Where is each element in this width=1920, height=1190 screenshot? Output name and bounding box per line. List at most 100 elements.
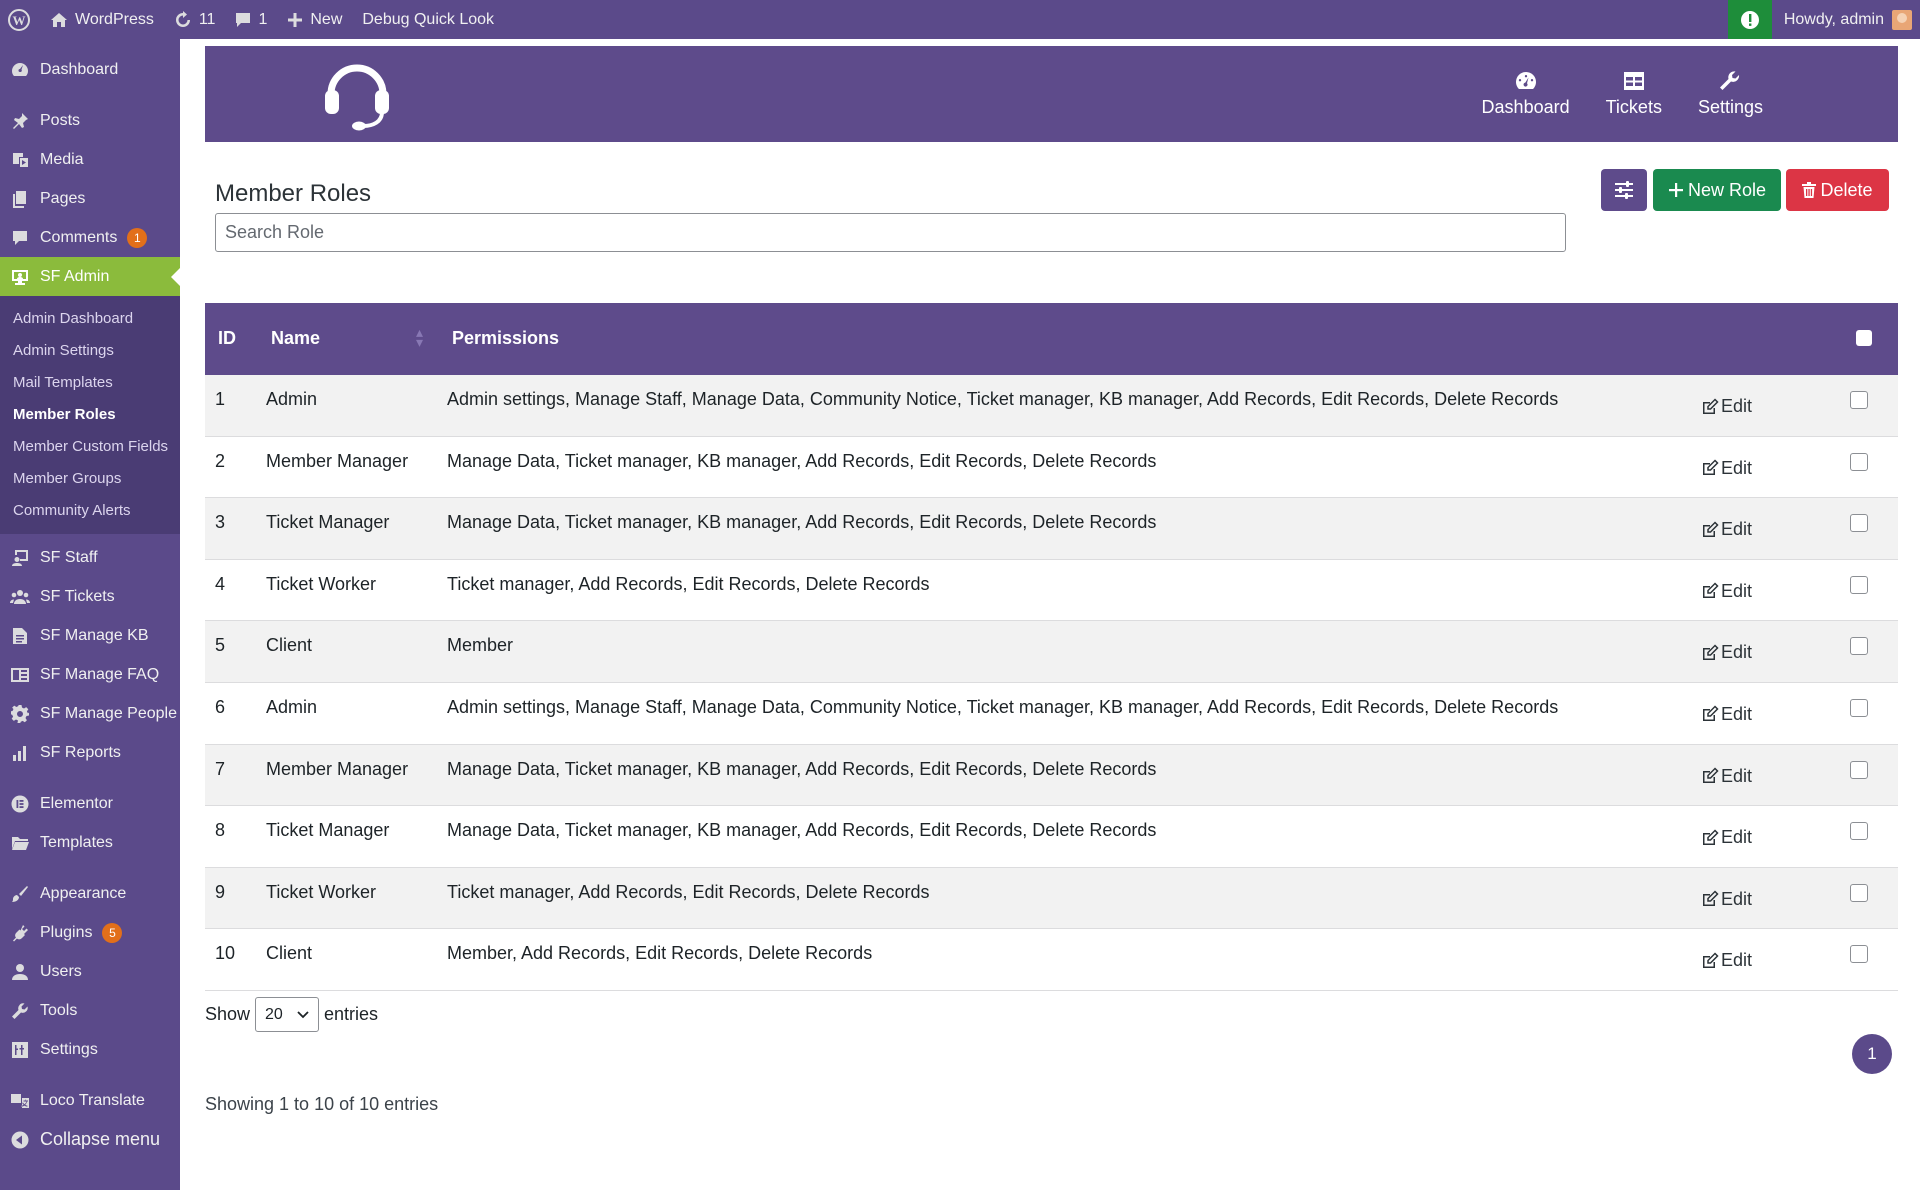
edit-button[interactable]: Edit [1701,581,1752,602]
submenu-member-roles[interactable]: Member Roles [0,398,180,430]
row-checkbox[interactable] [1850,575,1868,594]
new-role-button[interactable]: New Role [1653,169,1781,211]
folder-icon [12,836,29,850]
new-role-label: New Role [1687,179,1767,200]
row-checkbox[interactable] [1850,760,1868,779]
row-checkbox[interactable] [1850,637,1868,656]
menu-comments[interactable]: Comments 1 [0,218,180,257]
cell-name: Ticket Worker [266,881,377,902]
media-icon [13,152,28,167]
menu-media[interactable]: Media [0,140,180,179]
cell-permissions: Member, Add Records, Edit Records, Delet… [447,943,873,964]
table-body: 1 Admin Admin settings, Manage Staff, Mana… [205,375,1898,991]
menu-label: Media [40,150,84,168]
menu-sf-admin[interactable]: SF Admin [0,257,180,296]
menu-sf-reports[interactable]: SF Reports [0,733,180,772]
row-checkbox[interactable] [1850,391,1868,409]
entries-select[interactable]: 20 [255,997,320,1032]
menu-label: SF Tickets [40,587,115,605]
edit-button[interactable]: Edit [1701,827,1752,848]
table-row: 7 Member Manager Manage Data, Ticket manag… [205,744,1898,807]
edit-button[interactable]: Edit [1701,458,1752,479]
wp-logo-menu[interactable]: W [0,0,40,39]
cell-permissions: Member [447,635,514,656]
page-title: Member Roles [215,180,372,207]
edit-label: Edit [1721,950,1753,971]
menu-pages[interactable]: Pages [0,179,180,218]
menu-label: Templates [40,833,113,851]
updates-menu[interactable]: 11 [164,0,226,39]
menu-collapse[interactable]: Collapse menu [0,1120,180,1159]
row-checkbox[interactable] [1850,452,1868,471]
row-checkbox[interactable] [1850,945,1868,964]
cell-permissions: Admin settings, Manage Staff, Manage Dat… [447,389,1559,409]
header-name[interactable]: Name [271,328,320,349]
debug-quick-look-menu[interactable]: Debug Quick Look [352,0,504,39]
row-checkbox[interactable] [1850,822,1868,841]
edit-label: Edit [1721,642,1753,663]
menu-label: Collapse menu [40,1129,161,1149]
nav-label: Settings [1697,96,1763,117]
edit-button[interactable]: Edit [1701,396,1752,417]
menu-posts[interactable]: Posts [0,101,180,140]
menu-label: Settings [40,1040,98,1058]
header-id[interactable]: ID [218,328,236,349]
submenu-admin-settings[interactable]: Admin Settings [0,334,180,366]
cell-id: 6 [215,696,226,717]
nav-tickets[interactable]: Tickets [1606,71,1662,118]
submenu-member-groups[interactable]: Member Groups [0,462,180,494]
menu-sf-manage-kb[interactable]: SF Manage KB [0,616,180,655]
search-role-input[interactable] [215,213,1566,252]
edit-button[interactable]: Edit [1701,889,1752,910]
comments-badge: 1 [127,227,148,248]
sort-icon[interactable]: ▴ ▾ [416,325,423,349]
new-content-menu[interactable]: New [277,0,352,39]
site-name-menu[interactable]: WordPress [40,0,164,39]
menu-dashboard[interactable]: Dashboard [0,50,180,89]
row-checkbox[interactable] [1850,883,1868,902]
menu-sf-manage-people[interactable]: SF Manage People [0,694,180,733]
debug-label: Debug Quick Look [362,10,495,28]
cell-name: Member Manager [266,758,409,779]
edit-button[interactable]: Edit [1701,766,1752,787]
menu-users[interactable]: Users [0,952,180,991]
menu-appearance[interactable]: Appearance [0,874,180,913]
pagination-page[interactable]: 1 [1852,1034,1892,1074]
menu-elementor[interactable]: Elementor [0,784,180,823]
row-checkbox[interactable] [1850,514,1868,533]
menu-loco-translate[interactable]: Loco Translate [0,1081,180,1120]
nav-settings[interactable]: Settings [1697,70,1763,118]
menu-sf-manage-faq[interactable]: SF Manage FAQ [0,655,180,694]
menu-sf-staff[interactable]: SF Staff [0,538,180,577]
submenu-member-custom-fields[interactable]: Member Custom Fields [0,430,180,462]
row-checkbox[interactable] [1850,698,1868,717]
translate-icon [11,1093,29,1108]
entries-value: 20 [265,1005,283,1023]
edit-button[interactable]: Edit [1701,519,1752,540]
edit-button[interactable]: Edit [1701,704,1752,725]
menu-tools[interactable]: Tools [0,991,180,1030]
comments-menu[interactable]: 1 [225,0,277,39]
submenu-admin-dashboard[interactable]: Admin Dashboard [0,302,180,334]
menu-label: Comments [40,228,118,246]
header-permissions[interactable]: Permissions [452,328,559,349]
submenu-community-alerts[interactable]: Community Alerts [0,494,180,526]
alert-status[interactable] [1727,0,1772,39]
nav-label: Tickets [1605,96,1662,117]
my-account-menu[interactable]: Howdy, admin [1772,9,1920,30]
nav-dashboard[interactable]: Dashboard [1482,71,1570,118]
delete-button[interactable]: Delete [1786,169,1889,211]
plus-icon [288,12,303,27]
submenu-mail-templates[interactable]: Mail Templates [0,366,180,398]
menu-sf-tickets[interactable]: SF Tickets [0,577,180,616]
edit-button[interactable]: Edit [1701,950,1752,971]
menu-templates[interactable]: Templates [0,823,180,862]
document-icon [13,627,27,644]
edit-label: Edit [1721,519,1753,540]
menu-plugins[interactable]: Plugins 5 [0,913,180,952]
collapse-icon [11,1131,29,1148]
menu-settings[interactable]: Settings [0,1030,180,1069]
edit-button[interactable]: Edit [1701,642,1752,663]
filter-button[interactable] [1601,169,1647,211]
select-all-checkbox[interactable] [1856,330,1872,346]
